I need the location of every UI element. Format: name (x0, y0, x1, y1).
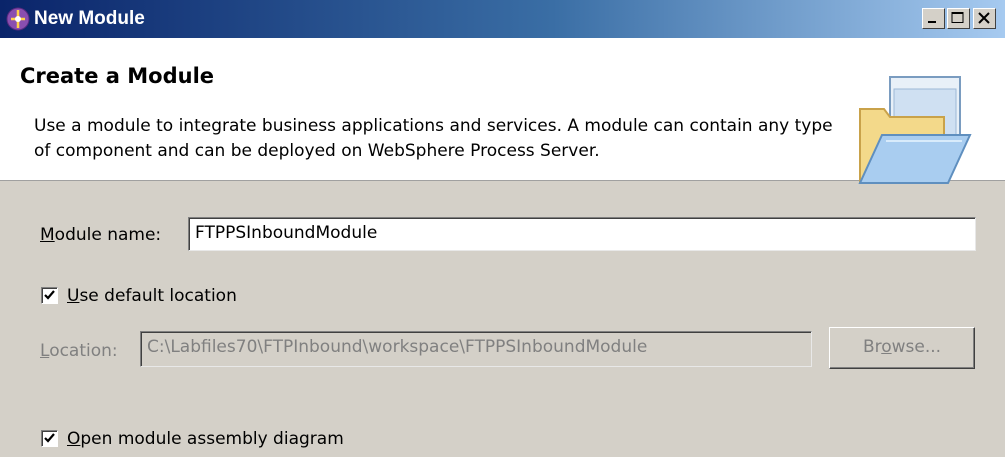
browse-button[interactable]: Browse... (829, 327, 975, 369)
maximize-icon (951, 12, 964, 23)
wizard-header: Create a Module Use a module to integrat… (0, 38, 1005, 184)
maximize-button[interactable] (947, 8, 970, 29)
module-name-input[interactable]: FTPPSInboundModule (188, 217, 976, 251)
title-bar: New Module (0, 0, 1005, 38)
location-label: Location: (40, 341, 118, 361)
open-assembly-diagram-checkbox[interactable] (41, 430, 58, 447)
open-assembly-diagram-label[interactable]: Open module assembly diagram (67, 429, 344, 449)
checkmark-icon (44, 290, 55, 300)
minimize-button[interactable] (922, 8, 945, 29)
page-title: Create a Module (20, 64, 215, 88)
use-default-location-checkbox[interactable] (41, 287, 58, 304)
window-title: New Module (34, 8, 145, 29)
location-input[interactable]: C:\Labfiles70\FTPInbound\workspace\FTPPS… (140, 331, 812, 367)
close-button[interactable] (973, 8, 996, 29)
open-folder-icon (858, 76, 972, 184)
module-wizard-icon (6, 7, 30, 31)
minimize-icon (928, 21, 936, 23)
checkmark-icon (44, 433, 55, 443)
use-default-location-label[interactable]: Use default location (67, 286, 237, 306)
page-description: Use a module to integrate business appli… (34, 116, 833, 161)
module-name-label: Module name: (40, 225, 162, 245)
close-icon (978, 12, 990, 24)
